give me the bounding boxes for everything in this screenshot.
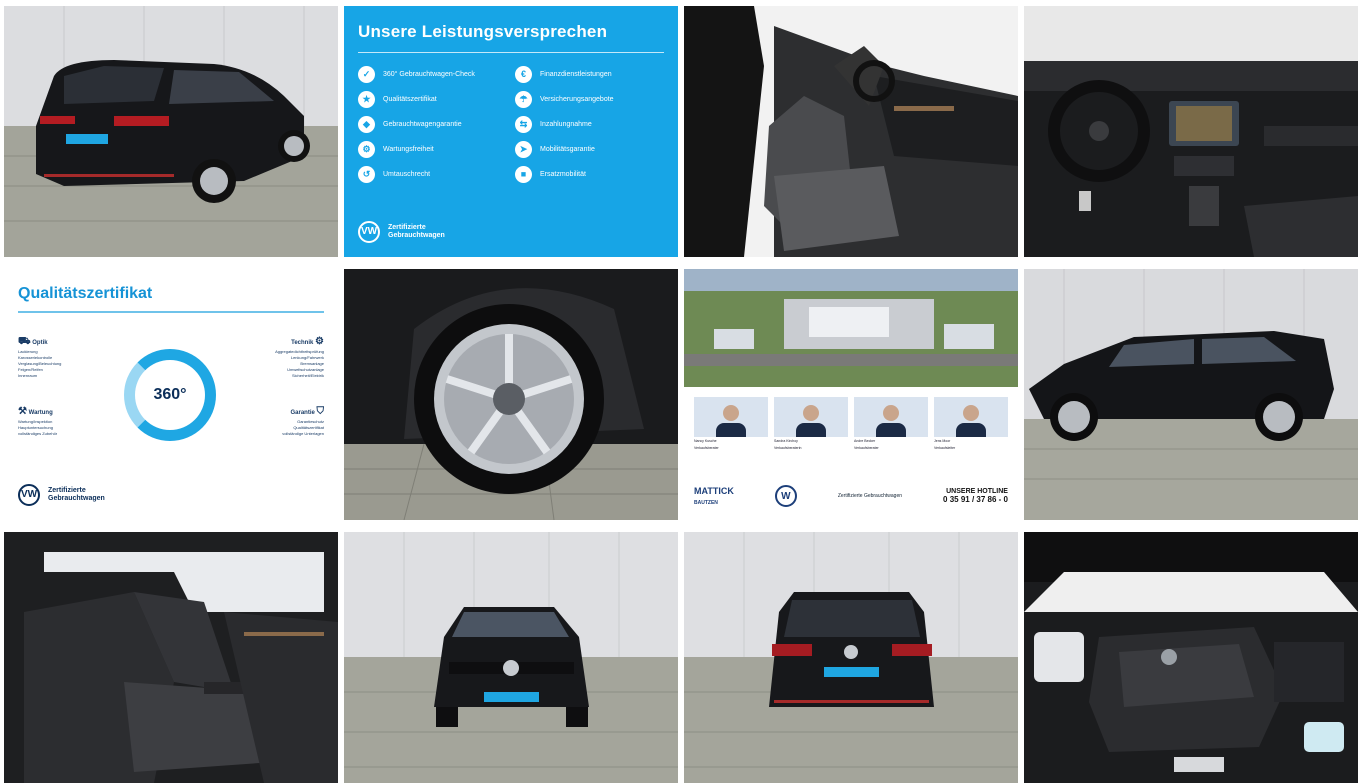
hotline: UNSERE HOTLINE 0 35 91 / 37 86 - 0 [943, 488, 1008, 504]
cert-section-optik: ⛟ Optik Lackierung Karosseriekontrolle V… [18, 336, 62, 379]
vw-logo-icon: W [774, 485, 797, 507]
vw-logo-icon: VW [358, 221, 380, 243]
dealership-aerial-photo [684, 269, 1018, 387]
cockpit-photo [1024, 6, 1358, 257]
gallery-tile-cockpit[interactable] [1024, 6, 1358, 257]
promise-title: Unsere Leistungsversprechen [358, 22, 608, 41]
side-profile-photo [1024, 269, 1358, 520]
insurance-icon: ☂ [515, 90, 532, 108]
dealer-logo-bar: MATTICK BAUTZEN W Zertifizierte Gebraucht… [694, 485, 1008, 507]
wrench-icon: ⚒ [18, 406, 27, 417]
gallery-tile-side-profile[interactable] [1024, 269, 1358, 520]
promise-list: ✓ 360° Gebrauchtwagen-Check € Finanzdienst… [358, 65, 664, 183]
gallery-tile-rear-seats[interactable] [4, 532, 338, 783]
staff-card: Sandra Kirchoy Verkaufsberaterin [774, 397, 848, 451]
certificate-icon: ★ [358, 90, 375, 108]
staff-card: Andre Becker Verkaufsberater [854, 397, 928, 451]
gallery-tile-front-view[interactable] [344, 532, 678, 783]
photo-gallery: Unsere Leistungsversprechen ✓ 360° Gebrau… [4, 6, 1360, 783]
promise-footer: VW Zertifizierte Gebrauchtwagen [358, 221, 445, 243]
engine-bay-photo [1024, 532, 1358, 783]
trade-in-icon: ⇆ [515, 115, 532, 133]
mobility-icon: ➤ [515, 140, 532, 158]
promise-item: ➤ Mobilitätsgarantie [515, 140, 664, 158]
vw-logo-icon: VW [18, 484, 40, 506]
cert-section-technik: Technik ⚙ Aggregatedichtheitsprüfung Len… [275, 336, 324, 379]
gallery-tile-wheel[interactable] [344, 269, 678, 520]
promise-item: ⚙ Wartungsfreiheit [358, 140, 507, 158]
cert-divider [18, 311, 324, 313]
promise-item: ★ Qualitätszertifikat [358, 90, 507, 108]
promise-divider [358, 52, 664, 53]
cert-title: Qualitätszertifikat [18, 285, 153, 302]
promise-item: ✓ 360° Gebrauchtwagen-Check [358, 65, 507, 83]
gallery-tile-service-promise[interactable]: Unsere Leistungsversprechen ✓ 360° Gebrau… [344, 6, 678, 257]
gallery-tile-dealer[interactable]: Nancy Kusche Verkaufsberater Sandra Kirch… [684, 269, 1018, 520]
staff-card: Jens Moor Verkaufsleiter [934, 397, 1008, 451]
cert-footer: VW Zertifizierte Gebrauchtwagen [18, 484, 105, 506]
gallery-tile-quality-certificate[interactable]: Qualitätszertifikat ⛟ Optik Lackierung K… [4, 269, 338, 520]
avatar [774, 397, 848, 437]
exchange-icon: ↺ [358, 165, 375, 183]
wheel-photo [344, 269, 678, 520]
front-view-photo [344, 532, 678, 783]
car-front-icon: ⛟ [18, 336, 31, 347]
promise-item: ■ Ersatzmobilität [515, 165, 664, 183]
dealer-brand: MATTICK BAUTZEN [694, 486, 734, 506]
promise-item: ⇆ Inzahlungnahme [515, 115, 664, 133]
avatar [854, 397, 928, 437]
rear-seats-photo [4, 532, 338, 783]
check-icon: ✓ [358, 65, 375, 83]
gallery-tile-engine-bay[interactable] [1024, 532, 1358, 783]
car-icon: ■ [515, 165, 532, 183]
avatar [934, 397, 1008, 437]
rear-view-photo [684, 532, 1018, 783]
promise-item: ↺ Umtauschrecht [358, 165, 507, 183]
promise-item: € Finanzdienstleistungen [515, 65, 664, 83]
shield-icon: ◆ [358, 115, 375, 133]
promise-item: ☂ Versicherungsangebote [515, 90, 664, 108]
rear-three-quarter-photo [4, 6, 338, 257]
gallery-tile-front-seats[interactable] [684, 6, 1018, 257]
cert-section-garantie: Garantie ⛉ Garantieschutz Qualitätszerti… [282, 406, 325, 437]
avatar [694, 397, 768, 437]
engine-icon: ⚙ [315, 336, 324, 347]
gallery-tile-rear-view[interactable] [684, 532, 1018, 783]
promise-item: ◆ Gebrauchtwagengarantie [358, 115, 507, 133]
front-seats-photo [684, 6, 1018, 257]
money-icon: € [515, 65, 532, 83]
staff-list: Nancy Kusche Verkaufsberater Sandra Kirch… [694, 397, 1008, 451]
wrench-icon: ⚙ [358, 140, 375, 158]
staff-card: Nancy Kusche Verkaufsberater [694, 397, 768, 451]
gallery-tile-rear-three-quarter[interactable] [4, 6, 338, 257]
shield-icon: ⛉ [316, 406, 325, 417]
check-360-badge: 360° [124, 349, 216, 441]
cert-section-wartung: ⚒ Wartung Wartung/Inspektion Hauptunters… [18, 406, 58, 437]
